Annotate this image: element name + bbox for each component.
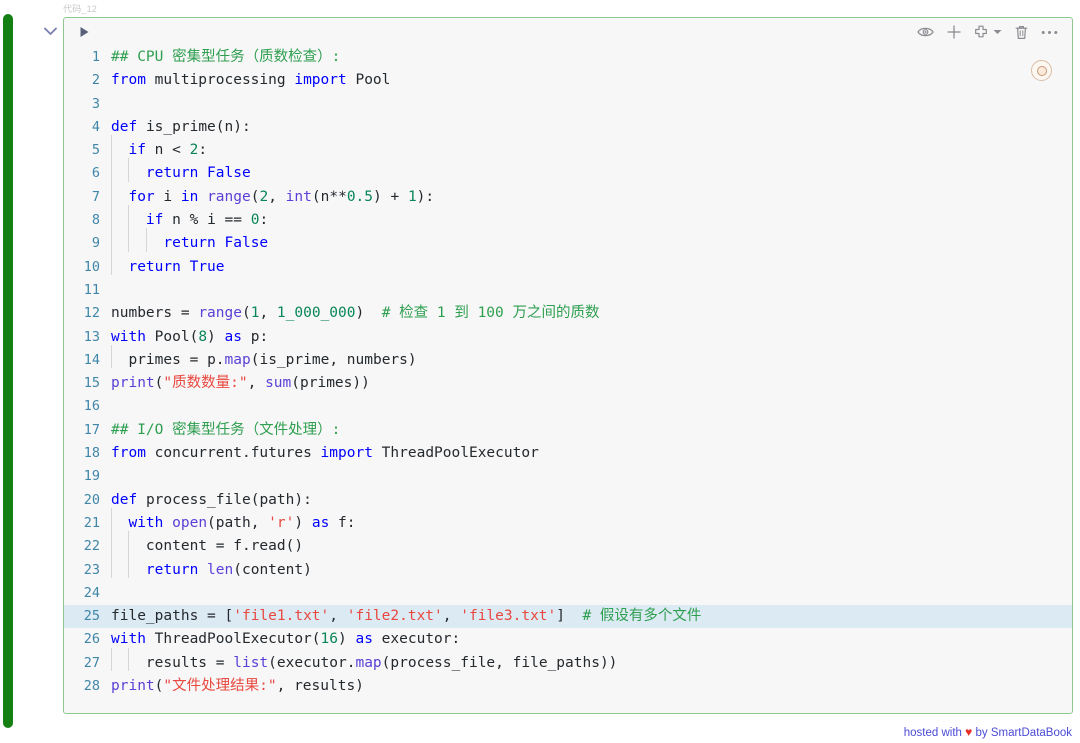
line-number: 19 [83,468,100,485]
code-line[interactable]: 26 with ThreadPoolExecutor(16) as executo… [64,628,1072,651]
code-line[interactable]: 16 [64,395,1072,418]
code-line[interactable]: 8 if n % i == 0: [64,205,1072,232]
line-number: 22 [83,538,100,555]
run-cell-button[interactable] [76,24,92,40]
line-number: 5 [91,142,100,159]
code-line[interactable]: 24 [64,582,1072,605]
line-source[interactable]: return len(content) [111,554,1072,582]
code-editor[interactable]: 1 ## CPU 密集型任务（质数检查）: 2 from multiprocessin… [64,46,1072,713]
line-number: 9 [91,235,100,252]
line-number: 13 [83,328,100,345]
line-number: 7 [91,188,100,205]
trash-icon[interactable] [1015,24,1028,40]
line-number: 3 [91,95,100,112]
code-line[interactable]: 28 print("文件处理结果:", results) [64,675,1072,698]
code-line[interactable]: 12 numbers = range(1, 1_000_000) # 检查 1 到… [64,302,1072,325]
line-number: 16 [83,398,100,415]
footer-prefix: hosted with [903,727,962,739]
line-source[interactable]: for i in range(2, int(n**0.5) + 1): [111,181,1072,209]
line-number: 27 [83,654,100,671]
line-source[interactable]: file_paths = ['file1.txt', 'file2.txt', … [111,605,1072,628]
line-number: 26 [83,631,100,648]
line-number: 8 [91,212,100,229]
line-number: 21 [83,514,100,531]
code-line[interactable]: 13 with Pool(8) as p: [64,326,1072,349]
line-source[interactable]: ## I/O 密集型任务（文件处理）: [111,419,1072,442]
code-line[interactable]: 14 primes = p.map(is_prime, numbers) [64,344,1072,372]
duplicate-icon[interactable] [974,24,989,40]
code-line[interactable]: 17 ## I/O 密集型任务（文件处理）: [64,419,1072,442]
cell-toolbar [64,18,1072,46]
line-source[interactable]: if n % i == 0: [111,205,1072,232]
code-line[interactable]: 6 return False [64,158,1072,185]
code-line[interactable]: 4 def is_prime(n): [64,116,1072,139]
line-number: 24 [83,584,100,601]
code-line[interactable]: 3 [64,93,1072,116]
line-number: 17 [83,421,100,438]
eye-icon[interactable] [917,24,934,40]
line-number: 2 [91,72,100,89]
line-source[interactable]: primes = p.map(is_prime, numbers) [111,344,1072,372]
code-line[interactable]: 20 def process_file(path): [64,489,1072,512]
line-number: 28 [83,678,100,695]
line-number: 6 [91,165,100,182]
line-source[interactable]: with ThreadPoolExecutor(16) as executor: [111,628,1072,651]
code-line[interactable]: 21 with open(path, 'r') as f: [64,507,1072,535]
line-source[interactable]: with Pool(8) as p: [111,326,1072,349]
code-line[interactable]: 22 content = f.read() [64,531,1072,558]
heart-icon: ♥ [965,725,973,739]
code-line[interactable]: 1 ## CPU 密集型任务（质数检查）: [64,46,1072,69]
plus-icon[interactable] [947,24,961,40]
line-number: 1 [91,49,100,65]
line-number: 10 [83,258,100,275]
line-source[interactable]: numbers = range(1, 1_000_000) # 检查 1 到 1… [111,302,1072,325]
line-source[interactable]: content = f.read() [111,531,1072,558]
code-cell[interactable]: 1 ## CPU 密集型任务（质数检查）: 2 from multiprocessin… [63,17,1073,714]
code-line[interactable]: 23 return len(content) [64,554,1072,582]
code-line[interactable]: 5 if n < 2: [64,135,1072,162]
execution-status-bar [3,14,13,728]
line-source[interactable]: with open(path, 'r') as f: [111,507,1072,535]
ellipsis-icon[interactable] [1041,24,1058,40]
line-number: 25 [83,608,100,625]
code-line[interactable]: 19 [64,465,1072,488]
line-number: 20 [83,491,100,508]
line-number: 12 [83,305,100,322]
code-line[interactable]: 27 results = list(executor.map(process_f… [64,647,1072,675]
cell-action-icons [917,24,1062,40]
code-line[interactable]: 7 for i in range(2, int(n**0.5) + 1): [64,181,1072,209]
collapse-cell-toggle[interactable] [41,22,59,40]
line-source[interactable]: if n < 2: [111,135,1072,162]
line-number: 14 [83,351,100,368]
line-source[interactable]: results = list(executor.map(process_file… [111,647,1072,675]
line-number: 15 [83,375,100,392]
line-source[interactable]: def process_file(path): [111,489,1072,512]
line-source[interactable]: from concurrent.futures import ThreadPoo… [111,442,1072,465]
chevron-down-icon [43,27,57,35]
line-source[interactable]: return False [111,228,1072,255]
line-source[interactable]: print("文件处理结果:", results) [111,675,1072,698]
code-line[interactable]: 25 file_paths = ['file1.txt', 'file2.txt'… [64,605,1072,629]
line-number: 23 [83,561,100,578]
line-source[interactable]: return False [111,158,1072,185]
code-line[interactable]: 15 print("质数数量:", sum(primes)) [64,372,1072,395]
code-line[interactable]: 11 [64,279,1072,302]
line-source[interactable]: return True [111,251,1072,279]
code-line[interactable]: 9 return False [64,228,1072,255]
line-source[interactable]: def is_prime(n): [111,116,1072,139]
footer-credit: hosted with ♥ by SmartDataBook [904,725,1072,739]
line-source[interactable]: from multiprocessing import Pool [111,69,1072,92]
play-triangle-icon [80,27,88,37]
line-number: 18 [83,445,100,462]
code-line[interactable]: 2 from multiprocessing import Pool [64,69,1072,92]
line-source[interactable]: ## CPU 密集型任务（质数检查）: [111,46,1072,69]
code-line[interactable]: 10 return True [64,251,1072,279]
code-line[interactable]: 18 from concurrent.futures import ThreadP… [64,442,1072,465]
cell-label: 代码_12 [63,4,98,14]
chevron-down-icon[interactable] [993,24,1002,40]
line-number: 11 [83,281,100,298]
line-source[interactable]: print("质数数量:", sum(primes)) [111,372,1072,395]
footer-suffix: by SmartDataBook [975,727,1072,739]
line-number: 4 [91,118,100,135]
